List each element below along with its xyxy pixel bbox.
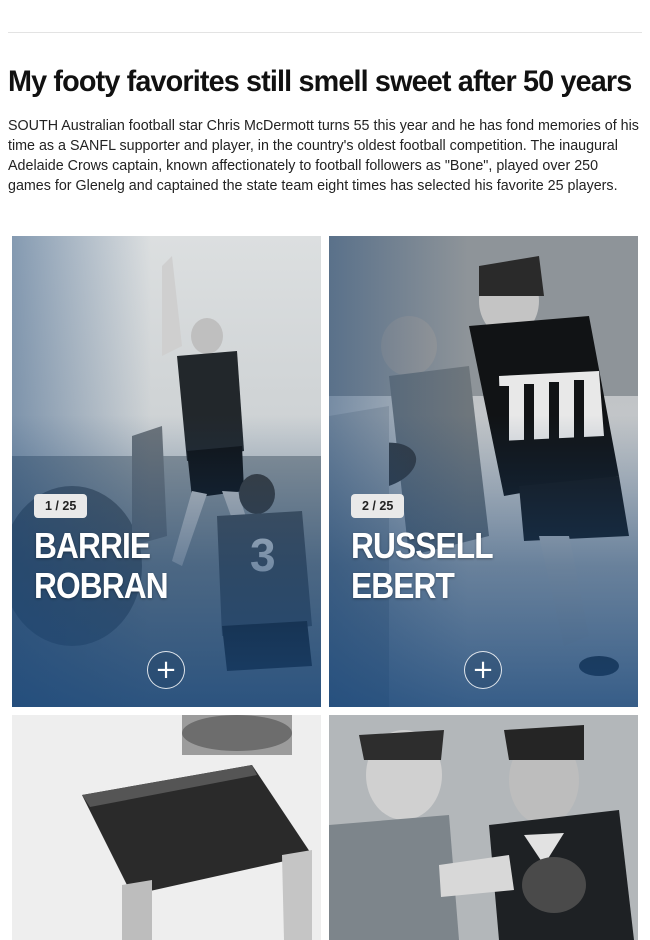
player-last-name: EBERT xyxy=(351,565,455,606)
expand-button[interactable]: + xyxy=(464,651,502,689)
expand-button[interactable]: + xyxy=(147,651,185,689)
player-first-name: BARRIE xyxy=(34,525,151,566)
article-page: My footy favorites still smell sweet aft… xyxy=(0,0,650,940)
trophy-photo-image xyxy=(12,715,321,940)
player-card-4[interactable] xyxy=(329,715,638,940)
article-intro: SOUTH Australian football star Chris McD… xyxy=(8,118,639,194)
player-name: BARRIE ROBRAN xyxy=(34,525,169,606)
player-photo-image xyxy=(329,715,638,940)
player-counter-badge: 2 / 25 xyxy=(351,494,405,518)
player-name: RUSSELL EBERT xyxy=(351,525,494,606)
player-first-name: RUSSELL xyxy=(351,525,494,566)
player-counter-badge: 1 / 25 xyxy=(34,494,88,518)
player-card-3[interactable] xyxy=(12,715,321,940)
divider xyxy=(8,32,642,33)
player-card-1[interactable]: 3 1 / 25 BARRIE ROBRAN + xyxy=(12,236,321,707)
player-last-name: ROBRAN xyxy=(34,565,169,606)
plus-icon: + xyxy=(472,655,494,685)
article-headline: My footy favorites still smell sweet aft… xyxy=(8,65,632,98)
plus-icon: + xyxy=(155,655,177,685)
player-card-2[interactable]: 2 / 25 RUSSELL EBERT + xyxy=(329,236,638,707)
